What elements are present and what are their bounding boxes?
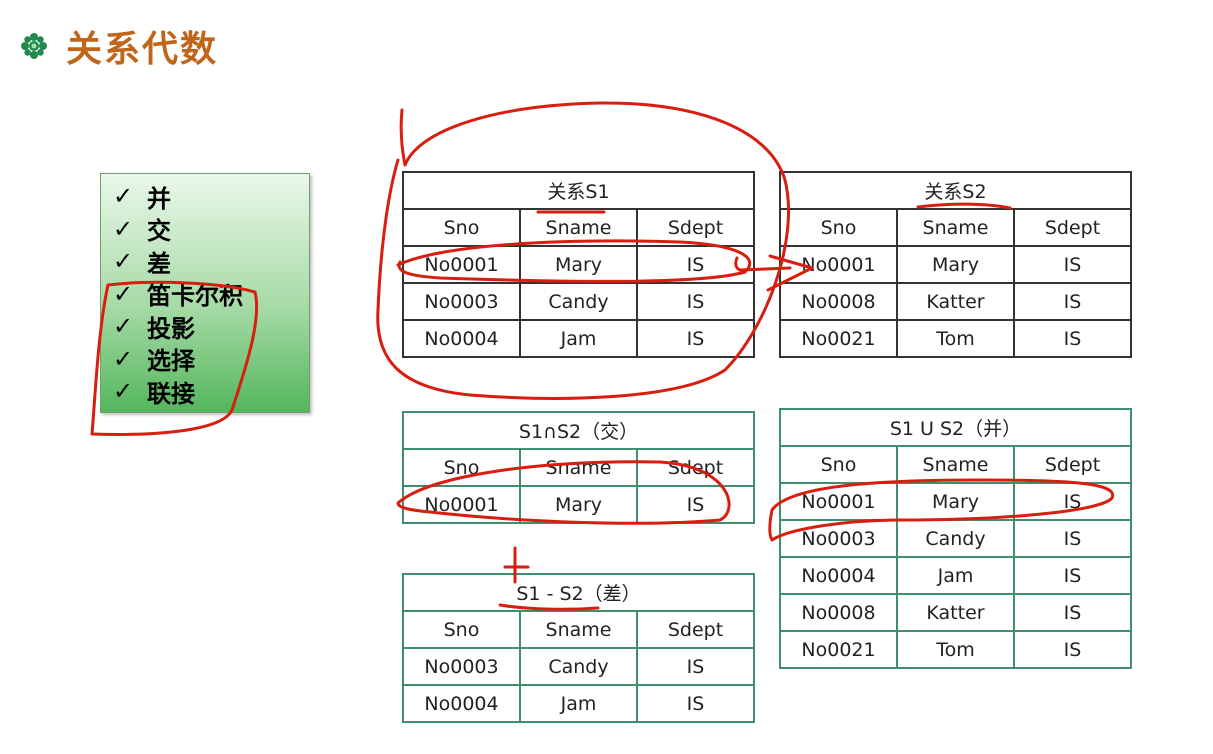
table-relation-s2: 关系S2 Sno Sname Sdept No0001 Mary IS No0008 Ka… [779,171,1132,358]
operation-difference: ✓ 差 [113,247,171,278]
table-intersection: S1∩S2（交） Sno Sname Sdept No0001 Mary IS [402,411,755,524]
table-row: No0001 Mary IS [402,485,755,524]
table-caption: 关系S2 [779,171,1132,210]
table-row: No0001 Mary IS [779,245,1132,284]
table-relation-s1: 关系S1 Sno Sname Sdept No0001 Mary IS No0003 Ca… [402,171,755,358]
table-header-row: Sno Sname Sdept [779,445,1132,484]
operation-intersection: ✓ 交 [113,214,171,246]
table-caption: 关系S1 [402,171,755,210]
table-row: No0003 Candy IS [779,519,1132,558]
check-icon: ✓ [113,344,134,373]
check-icon: ✓ [113,279,134,308]
table-row: No0003 Candy IS [402,647,755,686]
table-row: No0008 Katter IS [779,282,1132,321]
check-icon: ✓ [113,182,134,211]
table-caption: S1 - S2（差） [402,573,755,612]
table-row: No0008 Katter IS [779,593,1132,632]
operations-list: ✓ 并 ✓ 交 ✓ 差 ✓ 笛卡尔积 ✓ 投影 ✓ 选择 ✓ 联接 [101,174,309,408]
operations-box: ✓ 并 ✓ 交 ✓ 差 ✓ 笛卡尔积 ✓ 投影 ✓ 选择 ✓ 联接 [100,173,310,413]
operation-selection: ✓ 选择 [113,344,195,376]
table-row: No0021 Tom IS [779,630,1132,669]
operation-projection: ✓ 投影 [113,312,195,343]
table-row: No0021 Tom IS [779,319,1132,358]
table-row: No0004 Jam IS [402,319,755,358]
operation-union: ✓ 并 [113,182,171,213]
table-header-row: Sno Sname Sdept [402,448,755,487]
table-row: No0003 Candy IS [402,282,755,321]
slide-title: 关系代数 [66,29,219,70]
check-icon: ✓ [113,247,134,276]
table-union: S1 U S2（并） Sno Sname Sdept No0001 Mary IS No… [779,408,1132,669]
check-icon: ✓ [113,214,134,243]
table-row: No0001 Mary IS [402,245,755,284]
operation-join: ✓ 联接 [113,377,195,408]
table-difference: S1 - S2（差） Sno Sname Sdept No0003 Candy IS N… [402,573,755,723]
table-header-row: Sno Sname Sdept [779,208,1132,247]
check-icon: ✓ [113,312,134,341]
table-row: No0001 Mary IS [779,482,1132,521]
check-icon: ✓ [113,377,134,406]
table-caption: S1∩S2（交） [402,411,755,450]
flower-bullet-icon [21,33,47,59]
table-row: No0004 Jam IS [779,556,1132,595]
operation-cartesian-product: ✓ 笛卡尔积 [113,279,243,311]
table-header-row: Sno Sname Sdept [402,610,755,649]
table-caption: S1 U S2（并） [779,408,1132,447]
table-row: No0004 Jam IS [402,684,755,723]
table-header-row: Sno Sname Sdept [402,208,755,247]
